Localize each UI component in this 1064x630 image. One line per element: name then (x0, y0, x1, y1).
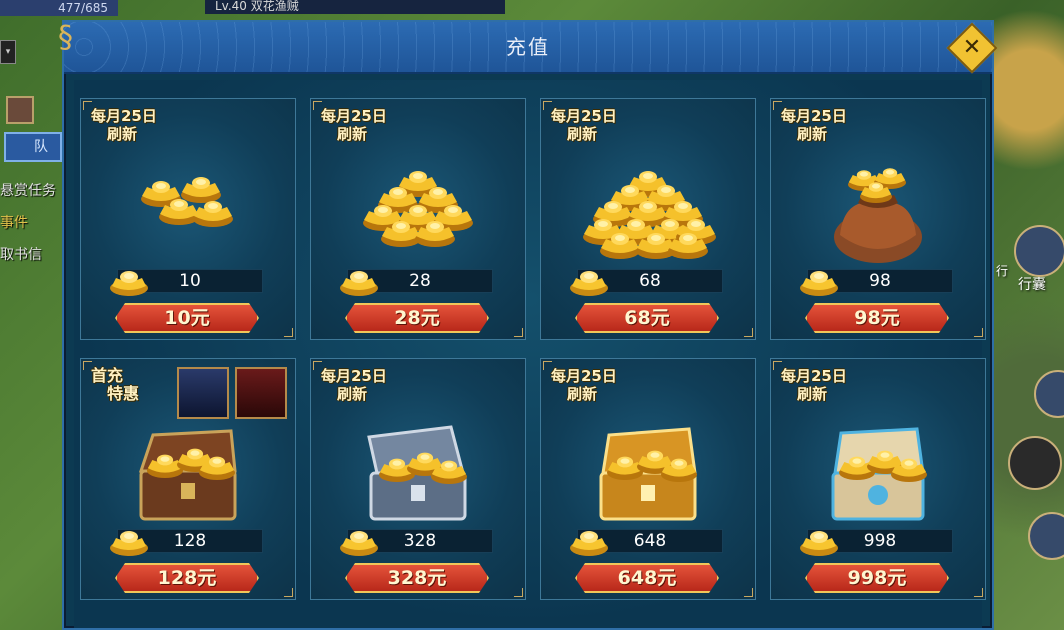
refresh-tag: 每月25日 刷新 (91, 107, 157, 143)
dropdown-toggle[interactable]: ▾ (0, 40, 16, 64)
skill-button[interactable] (1034, 370, 1064, 418)
ingot-amount: 28 (409, 271, 431, 291)
ingot-amount: 648 (633, 531, 667, 551)
refresh-tag-line2: 刷新 (107, 125, 138, 143)
refresh-tag-line2: 特惠 (107, 384, 140, 403)
ingot-amount-row: 648 (570, 529, 723, 556)
ingot-amount: 328 (403, 531, 437, 551)
refresh-tag: 每月25日 刷新 (781, 107, 847, 143)
price-button[interactable]: 28元 (345, 303, 489, 333)
ingot-amount-row: 10 (110, 269, 263, 296)
jade-chest-icon (823, 427, 933, 531)
price-button[interactable]: 128元 (115, 563, 259, 593)
refresh-tag-line1: 每月25日 (551, 107, 617, 125)
ingot-large-pile-icon (583, 167, 716, 259)
ingot-amount: 10 (179, 271, 201, 291)
left-hud: ▾ 队 悬赏任务 事件 取书信 (0, 30, 62, 630)
bag-label: 行囊 (1018, 277, 1046, 293)
refresh-tag: 每月25日 刷新 (321, 107, 387, 143)
recharge-dialog: § 充值 ✕ 每月25日 刷新 10 10元 每月25日 刷新 28 28元 每… (58, 20, 998, 630)
refresh-tag-line1: 每月25日 (781, 367, 847, 385)
ingot-medium-pile-icon (363, 167, 473, 251)
price-button[interactable]: 68元 (575, 303, 719, 333)
recharge-card[interactable]: 每月25日 刷新 648 648元 (540, 358, 756, 600)
tab-team[interactable]: 队 (4, 132, 62, 162)
refresh-tag-line1: 每月25日 (781, 107, 847, 125)
refresh-tag: 每月25日 刷新 (321, 367, 387, 403)
recharge-card[interactable]: 每月25日 刷新 (310, 98, 526, 340)
skill-slot[interactable] (6, 96, 34, 124)
ingot-amount: 98 (869, 271, 891, 291)
recharge-card[interactable]: 每月25日 刷新 (540, 98, 756, 340)
refresh-tag-line1: 每月25日 (321, 367, 387, 385)
hp-bar: 477/685 (0, 0, 118, 16)
gold-chest-icon (593, 427, 703, 527)
recharge-card[interactable]: 首充 特惠 128 128元 (80, 358, 296, 600)
refresh-tag-line2: 刷新 (567, 385, 598, 403)
side-link-events[interactable]: 事件 (0, 212, 28, 232)
attack-button[interactable] (1028, 512, 1064, 560)
recharge-card[interactable]: 每月25日 刷新 10 10元 (80, 98, 296, 340)
refresh-tag-line2: 刷新 (337, 385, 368, 403)
refresh-tag-line1: 每月25日 (551, 367, 617, 385)
wooden-chest-icon (133, 427, 243, 527)
ingot-amount: 68 (639, 271, 661, 291)
refresh-tag: 每月25日 刷新 (551, 367, 617, 403)
price-button[interactable]: 98元 (805, 303, 949, 333)
ingot-amount-row: 98 (800, 269, 953, 296)
ingot-bag-icon (828, 167, 928, 267)
armor-icon[interactable] (177, 367, 229, 419)
refresh-tag-line2: 刷新 (797, 385, 828, 403)
refresh-tag: 首充 特惠 (91, 367, 139, 403)
ingot-small-pile-icon (133, 167, 243, 241)
price-button[interactable]: 328元 (345, 563, 489, 593)
refresh-tag-line1: 首充 (91, 366, 124, 385)
close-icon: ✕ (962, 35, 982, 60)
ingot-amount-row: 998 (800, 529, 953, 556)
ingot-amount-row: 28 (340, 269, 493, 296)
hud-label-partial: 行 (996, 264, 1009, 278)
dialog-body: 每月25日 刷新 10 10元 每月25日 刷新 28 28元 每月25日 刷新… (74, 80, 986, 628)
side-link-bounty[interactable]: 悬赏任务 (0, 180, 56, 200)
dialog-header: § 充值 ✕ (58, 20, 998, 74)
refresh-tag-line1: 每月25日 (91, 107, 157, 125)
price-button[interactable]: 648元 (575, 563, 719, 593)
refresh-tag-line2: 刷新 (337, 125, 368, 143)
bow-icon[interactable] (235, 367, 287, 419)
price-button[interactable]: 10元 (115, 303, 259, 333)
price-button[interactable]: 998元 (805, 563, 949, 593)
refresh-tag-line1: 每月25日 (321, 107, 387, 125)
side-link-letters[interactable]: 取书信 (0, 244, 42, 264)
refresh-tag: 每月25日 刷新 (781, 367, 847, 403)
recharge-card[interactable]: 每月25日 刷新 328 328元 (310, 358, 526, 600)
ingot-amount-row: 68 (570, 269, 723, 296)
refresh-tag-line2: 刷新 (797, 125, 828, 143)
recharge-card[interactable]: 每月25日 刷新 98 98元 (770, 98, 986, 340)
ingot-amount: 998 (863, 531, 897, 551)
avatar-button[interactable] (1008, 436, 1062, 490)
refresh-tag: 每月25日 刷新 (551, 107, 617, 143)
ingot-amount: 128 (173, 531, 207, 551)
refresh-tag-line2: 刷新 (567, 125, 598, 143)
ingot-amount-row: 328 (340, 529, 493, 556)
silver-chest-icon (363, 425, 473, 527)
dialog-title: 充值 (506, 35, 550, 59)
target-bar[interactable]: Lv.40 双花渔贼 (205, 0, 505, 14)
recharge-card[interactable]: 每月25日 刷新 998 998元 (770, 358, 986, 600)
bag-button[interactable] (1014, 225, 1064, 277)
ingot-amount-row: 128 (110, 529, 263, 556)
right-hud: 行囊 行 (994, 0, 1064, 630)
